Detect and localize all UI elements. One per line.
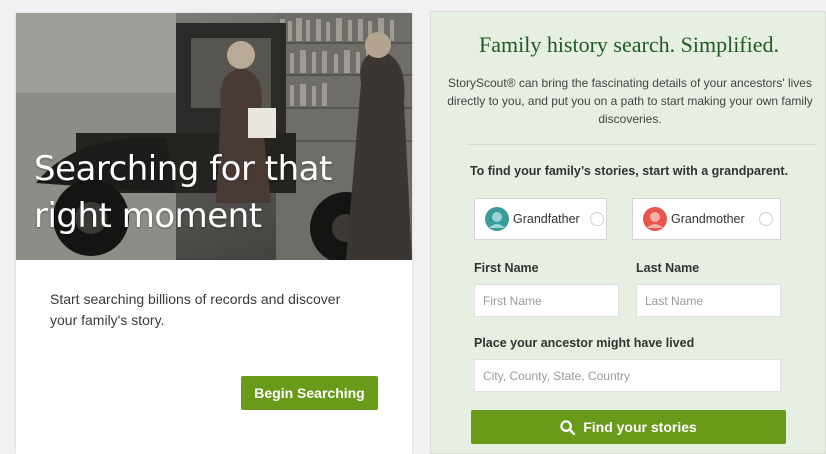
- last-name-label: Last Name: [636, 261, 700, 275]
- place-input[interactable]: [474, 359, 781, 392]
- grandfather-radio[interactable]: [590, 212, 604, 226]
- promo-card: Searching for that right moment Start se…: [16, 13, 412, 454]
- divider: [467, 144, 817, 145]
- hero-photo: Searching for that right moment: [16, 13, 412, 260]
- find-your-stories-button[interactable]: Find your stories: [471, 410, 786, 444]
- grandparent-prompt: To find your family’s stories, start wit…: [469, 164, 789, 178]
- search-panel-description: StoryScout® can bring the fascinating de…: [447, 76, 813, 126]
- grandfather-option[interactable]: Grandfather: [474, 198, 607, 240]
- hero-description: Start searching billions of records and …: [50, 291, 341, 328]
- grandfather-label: Grandfather: [513, 212, 580, 226]
- first-name-input[interactable]: [474, 284, 619, 317]
- hero-title: Searching for that right moment: [34, 149, 332, 236]
- search-panel-title: Family history search. Simplified.: [478, 32, 780, 57]
- grandmother-avatar-icon: [643, 207, 667, 231]
- grandmother-option[interactable]: Grandmother: [632, 198, 781, 240]
- find-button-label: Find your stories: [583, 419, 697, 435]
- grandmother-label: Grandmother: [671, 212, 745, 226]
- last-name-input[interactable]: [636, 284, 781, 317]
- search-icon: [560, 419, 576, 435]
- first-name-label: First Name: [474, 261, 539, 275]
- begin-searching-button[interactable]: Begin Searching: [241, 376, 378, 410]
- search-panel: Family history search. Simplified. Story…: [430, 11, 826, 454]
- place-label: Place your ancestor might have lived: [474, 336, 695, 350]
- grandmother-radio[interactable]: [759, 212, 773, 226]
- grandfather-avatar-icon: [485, 207, 509, 231]
